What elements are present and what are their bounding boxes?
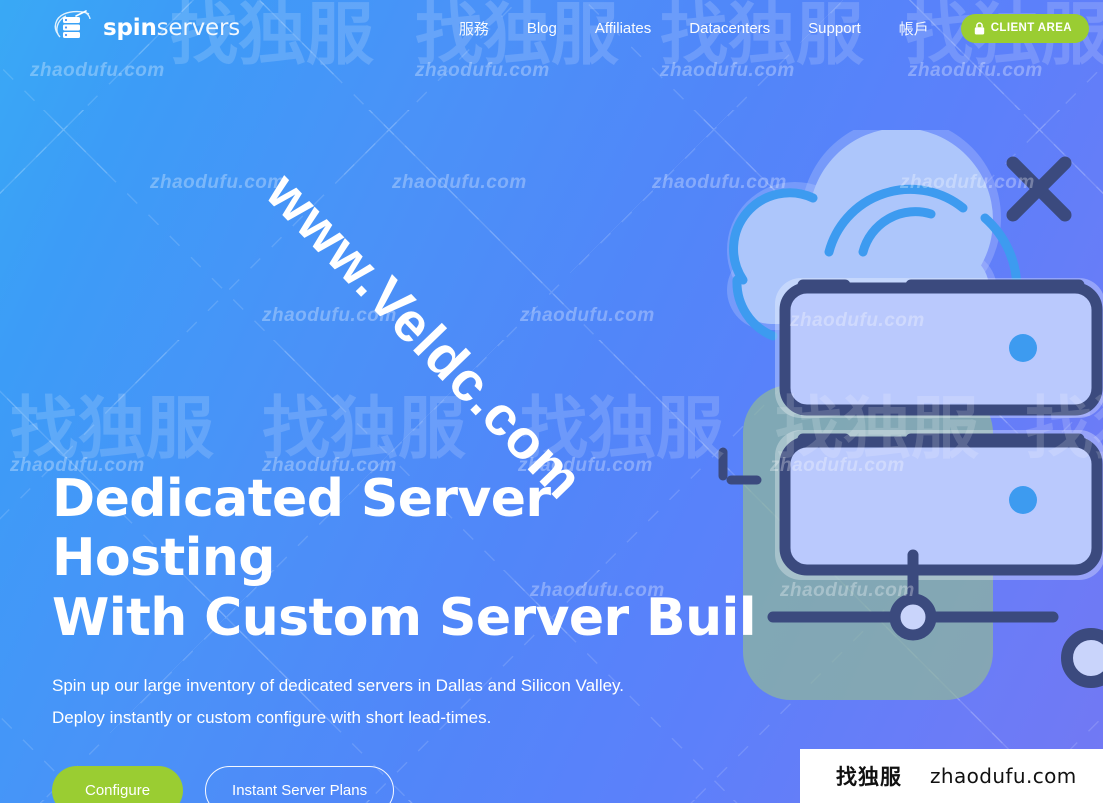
watermark-domain-tile: zhaodufu.com <box>652 172 787 193</box>
hero-subtitle: Spin up our large inventory of dedicated… <box>52 675 625 728</box>
watermark-domain-tile: zhaodufu.com <box>392 172 527 193</box>
ring-shape <box>1061 628 1103 688</box>
watermark-badge: 找独服 zhaodufu.com <box>800 749 1103 803</box>
hero-actions: Configure Instant Server Plans <box>52 766 772 803</box>
server-rack-top <box>775 278 1103 418</box>
watermark-domain-tile: zhaodufu.com <box>30 60 165 81</box>
watermark-badge-domain: zhaodufu.com <box>930 764 1077 788</box>
lock-icon <box>974 21 985 35</box>
watermark-cn-tile: 找独服 <box>520 390 725 469</box>
accent-panel-shape <box>743 385 993 700</box>
hero-section: Dedicated Server Hosting With Custom Ser… <box>52 469 772 803</box>
site-header: spinservers 服務 Blog Affiliates Datacenters S… <box>0 0 1103 56</box>
plus-icon <box>1006 156 1072 222</box>
watermark-domain-tile: zhaodufu.com <box>790 310 925 331</box>
diagonal-watermark: www.Veldc.com <box>254 160 596 511</box>
watermark-domain-tile: zhaodufu.com <box>770 455 905 476</box>
cloud-halo <box>727 118 1001 330</box>
watermark-cn-tile: 找独服 <box>262 390 467 469</box>
status-led <box>1009 334 1037 362</box>
watermark-cn-tile: 找独服 <box>10 390 215 469</box>
network-node <box>767 549 1059 641</box>
watermark-domain-tile: zhaodufu.com <box>900 172 1035 193</box>
watermark-cn-tile: 找独服 <box>775 390 980 469</box>
status-led <box>1009 486 1037 514</box>
watermark-domain-tile: zhaodufu.com <box>262 305 397 326</box>
instant-server-plans-button[interactable]: Instant Server Plans <box>205 766 395 803</box>
watermark-domain-tile: zhaodufu.com <box>415 60 550 81</box>
page-root: 找独服找独服找独服找独服找独服找独服找独服找独服找独服zhaodufu.comz… <box>0 0 1103 803</box>
server-stack-icon <box>52 9 94 48</box>
watermark-badge-cn: 找独服 <box>836 765 902 789</box>
client-area-button[interactable]: CLIENT AREA <box>960 13 1089 43</box>
watermark-domain-tile: zhaodufu.com <box>520 305 655 326</box>
main-navigation: 服務 Blog Affiliates Datacenters Support 帳戶 CLIE… <box>440 12 1089 45</box>
watermark-domain-tile: zhaodufu.com <box>150 172 285 193</box>
configure-button[interactable]: Configure <box>52 766 184 803</box>
watermark-cn-tile: 找独服 <box>1025 390 1103 469</box>
brand-logo[interactable]: spinservers <box>52 9 240 48</box>
server-rack-bottom <box>775 430 1103 580</box>
nav-item-affiliates[interactable]: Affiliates <box>576 14 670 43</box>
nav-item-blog[interactable]: Blog <box>508 14 576 43</box>
watermark-domain-tile: zhaodufu.com <box>660 60 795 81</box>
client-area-label: CLIENT AREA <box>990 22 1072 34</box>
brand-name-bold: spin <box>103 15 157 41</box>
nav-item-services[interactable]: 服務 <box>440 12 508 45</box>
nav-item-support[interactable]: Support <box>789 14 880 43</box>
watermark-domain-tile: zhaodufu.com <box>780 580 915 601</box>
nav-item-datacenters[interactable]: Datacenters <box>670 14 789 43</box>
nav-item-account[interactable]: 帳戶 <box>880 12 948 45</box>
brand-name-light: servers <box>156 15 241 41</box>
page-title: Dedicated Server Hosting With Custom Ser… <box>52 469 757 648</box>
cloud-shape <box>735 128 993 324</box>
brand-name: spinservers <box>103 15 240 41</box>
cloud-outline-arcs <box>729 184 1022 369</box>
watermark-domain-tile: zhaodufu.com <box>908 60 1043 81</box>
